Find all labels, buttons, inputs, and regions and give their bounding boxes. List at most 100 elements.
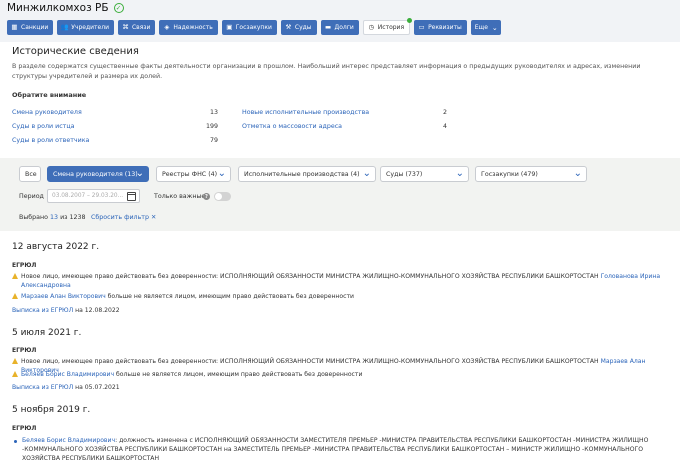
tab-debts[interactable]: ▬ Долги xyxy=(320,20,359,35)
verified-check-icon: ✓ xyxy=(113,3,124,13)
filter-all-button[interactable]: Все xyxy=(19,166,41,182)
filter-leader-change-select[interactable]: Смена руководителя (13) ⌄ xyxy=(47,166,149,182)
company-header: Минжилкомхоз РБ ✓ ▦ Санкции 👥 Учредители ⌘… xyxy=(0,0,680,42)
extract-text: Выписка из ЕГРЮЛ на 05.07.2021 xyxy=(12,383,652,392)
event-text-part: больше не является лицом, имеющим право … xyxy=(105,293,355,300)
filter-label: Госзакупки (479) xyxy=(481,170,538,178)
active-dot-icon xyxy=(407,18,413,23)
stat-link[interactable]: Смена руководителя xyxy=(12,109,82,116)
chevron-down-icon: ⌄ xyxy=(135,168,144,179)
selected-prefix: Выбрано xyxy=(19,214,49,221)
extract-link[interactable]: Выписка из ЕГРЮЛ xyxy=(12,384,73,391)
selected-count-text: Выбрано 13 из 1238 xyxy=(19,214,86,221)
page-title: Исторические сведения xyxy=(12,46,139,57)
filter-fns-select[interactable]: Реестры ФНС (4) ⌄ xyxy=(156,166,231,182)
person-link[interactable]: Беляев Борис Владимирович xyxy=(21,371,114,378)
stat-value: 4 xyxy=(442,123,447,130)
extract-link[interactable]: Выписка из ЕГРЮЛ xyxy=(12,307,73,314)
extract-text: Выписка из ЕГРЮЛ на 12.08.2022 xyxy=(12,306,652,315)
important-only-label: Только важные xyxy=(154,193,206,200)
stat-value: 199 xyxy=(205,123,218,130)
tab-links[interactable]: ⌘ Связи xyxy=(117,20,156,35)
event-source: ЕГРЮЛ xyxy=(12,347,37,354)
filter-label: Реестры ФНС (4) xyxy=(162,170,218,178)
stat-link[interactable]: Новые исполнительные производства xyxy=(242,109,369,116)
hammer-icon: ⚒ xyxy=(285,23,292,32)
clock-icon: ◷ xyxy=(368,23,375,32)
help-icon[interactable]: ? xyxy=(203,193,210,200)
stat-link[interactable]: Суды в роли ответчика xyxy=(12,137,89,144)
chevron-down-icon: ⌄ xyxy=(455,168,464,179)
tab-sanctions[interactable]: ▦ Санкции xyxy=(7,20,54,35)
event-text: Марзаев Алан Викторович больше не являет… xyxy=(21,292,661,301)
tab-label: Учредители xyxy=(71,24,109,31)
chevron-down-icon: ⌄ xyxy=(217,168,226,179)
stat-link[interactable]: Суды в роли истца xyxy=(12,123,75,130)
event-text: Новое лицо, имеющее право действовать бе… xyxy=(21,272,661,290)
close-icon: ✕ xyxy=(150,214,157,221)
filter-label: Исполнительные производства (4) xyxy=(244,170,360,178)
tab-label: Долги xyxy=(334,24,354,31)
event-text-part: Новое лицо, имеющее право действовать бе… xyxy=(21,358,601,365)
warning-icon xyxy=(12,371,18,377)
links-icon: ⌘ xyxy=(122,23,129,32)
filter-procurement-select[interactable]: Госзакупки (479) ⌄ xyxy=(475,166,587,182)
stat-link[interactable]: Отметка о массовости адреса xyxy=(242,123,342,130)
reset-filter-link[interactable]: Сбросить фильтр ✕ xyxy=(91,214,156,221)
tab-courts[interactable]: ⚒ Суды xyxy=(280,20,317,35)
filter-enforcement-select[interactable]: Исполнительные производства (4) ⌄ xyxy=(238,166,376,182)
calendar-icon[interactable] xyxy=(127,192,136,201)
event-date: 5 июля 2021 г. xyxy=(12,328,82,338)
event-text-part: : должность изменена с ИСПОЛНЯЮЩИЙ ОБЯЗА… xyxy=(22,437,649,460)
tab-label: Госзакупки xyxy=(235,24,272,31)
extract-date: на 05.07.2021 xyxy=(73,384,120,391)
tab-reliability[interactable]: ◈ Надежность xyxy=(159,20,218,35)
stat-value: 13 xyxy=(209,109,218,116)
event-source: ЕГРЮЛ xyxy=(12,262,37,269)
filter-label: Смена руководителя (13) xyxy=(53,170,138,178)
stat-value: 79 xyxy=(209,137,218,144)
tab-label: Надежность xyxy=(173,24,213,31)
event-text: Беляев Борис Владимирович больше не явля… xyxy=(21,370,661,379)
reset-filter-label: Сбросить фильтр xyxy=(91,214,149,221)
selected-total: из 1238 xyxy=(60,214,86,221)
stat-item: Суды в роли ответчика 79 xyxy=(12,137,218,144)
tab-label: История xyxy=(377,24,405,31)
tab-requisites[interactable]: ▭ Реквизиты xyxy=(414,20,467,35)
tab-founders[interactable]: 👥 Учредители xyxy=(57,20,114,35)
toggle-knob xyxy=(215,193,222,200)
tab-label: Суды xyxy=(294,24,312,31)
period-date-input[interactable]: 03.08.2007 – 29.03.20... xyxy=(47,189,140,203)
person-link[interactable]: Марзаев Алан Викторович xyxy=(21,293,106,300)
tab-procurement[interactable]: ▣ Госзакупки xyxy=(221,20,277,35)
person-link[interactable]: Беляев Борис Владимирович xyxy=(22,437,115,444)
warning-icon xyxy=(12,293,18,299)
section-tabs: ▦ Санкции 👥 Учредители ⌘ Связи ◈ Надежность … xyxy=(7,18,505,35)
event-text: Беляев Борис Владимирович: должность изм… xyxy=(22,436,652,460)
extract-line: Выписка из ЕГРЮЛ на 12.08.2022 xyxy=(12,306,652,315)
event-text-part: Новое лицо, имеющее право действовать бе… xyxy=(21,273,601,280)
filter-label: Суды (737) xyxy=(386,170,423,178)
tab-label: Связи xyxy=(131,24,151,31)
building-icon: ▦ xyxy=(11,23,18,32)
tab-label: Реквизиты xyxy=(428,24,462,31)
event-text-part: больше не является лицом, имеющим право … xyxy=(114,371,363,378)
section-description: В разделе содержатся существенные факты … xyxy=(12,63,641,80)
event-line: Беляев Борис Владимирович: должность изм… xyxy=(22,436,652,460)
filter-courts-select[interactable]: Суды (737) ⌄ xyxy=(380,166,469,182)
tab-history[interactable]: ◷ История xyxy=(362,18,413,35)
case-icon: ▣ xyxy=(226,23,233,32)
company-title: Минжилкомхоз РБ xyxy=(7,2,109,14)
chevron-down-icon: ⌄ xyxy=(491,23,498,32)
warning-icon xyxy=(12,273,18,279)
warning-icon xyxy=(12,358,18,364)
stat-item: Отметка о массовости адреса 4 xyxy=(242,123,447,130)
tab-more[interactable]: Еще ⌄ xyxy=(470,20,501,35)
stat-item: Смена руководителя 13 xyxy=(12,109,218,116)
shield-icon: ◈ xyxy=(164,23,170,32)
important-only-toggle[interactable] xyxy=(214,192,231,201)
filter-panel: Все Смена руководителя (13) ⌄ Реестры ФНС… xyxy=(0,158,680,231)
title-row: Минжилкомхоз РБ ✓ xyxy=(7,1,124,15)
extract-line: Выписка из ЕГРЮЛ на 05.07.2021 xyxy=(12,383,652,392)
tab-label: Санкции xyxy=(21,24,49,31)
